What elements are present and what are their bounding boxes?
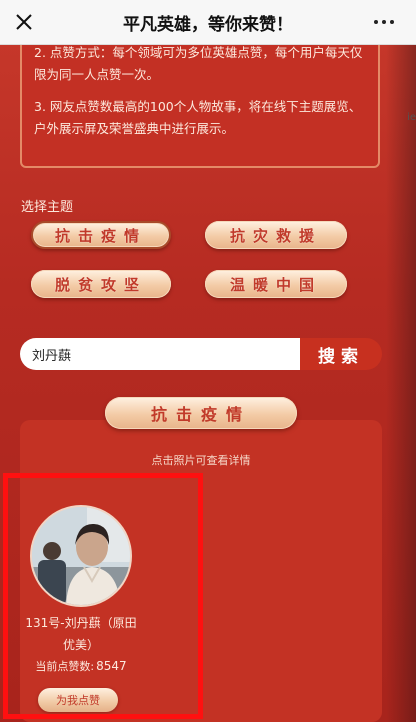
page-title: 平凡英雄，等你来赞！ <box>123 14 293 35</box>
side-shadow <box>386 0 416 722</box>
search-button[interactable]: 搜索 <box>300 338 382 370</box>
more-dots-icon <box>374 20 378 24</box>
hero-name: 131号-刘丹蕻（原田优美） <box>25 616 137 652</box>
theme-button-epidemic[interactable]: 抗击疫情 <box>31 221 171 249</box>
theme-section-label: 选择主题 <box>21 200 74 215</box>
panel-hint: 点击照片可查看详情 <box>151 454 251 467</box>
vote-count: 当前点赞数: 8547 <box>20 658 142 674</box>
top-bar: 平凡英雄，等你来赞！ <box>0 0 416 45</box>
person-photo-image <box>32 507 130 605</box>
more-button[interactable] <box>370 10 398 34</box>
close-icon <box>16 14 32 30</box>
edge-text-fragment: ie <box>407 112 416 123</box>
vote-count-value: 8547 <box>96 659 127 673</box>
theme-button-warm-china[interactable]: 温暖中国 <box>205 270 347 298</box>
theme-button-poverty[interactable]: 脱贫攻坚 <box>31 270 171 298</box>
search-input[interactable] <box>20 338 300 370</box>
rule-3: 3. 网友点赞数最高的100个人物故事，将在线下主题展览、户外展示屏及荣誉盛典中… <box>34 99 362 136</box>
theme-button-disaster-relief[interactable]: 抗灾救援 <box>205 221 347 249</box>
current-theme-banner: 抗击疫情 <box>105 397 297 429</box>
close-button[interactable] <box>12 10 36 34</box>
hero-photo[interactable] <box>32 507 130 605</box>
rules-card: 2. 点赞方式：每个领域可为多位英雄点赞，每个用户每天仅限为同一人点赞一次。 3… <box>20 30 380 168</box>
rule-2: 2. 点赞方式：每个领域可为多位英雄点赞，每个用户每天仅限为同一人点赞一次。 <box>34 45 363 82</box>
vote-count-label: 当前点赞数: <box>35 660 95 673</box>
vote-button[interactable]: 为我点赞 <box>38 688 118 712</box>
